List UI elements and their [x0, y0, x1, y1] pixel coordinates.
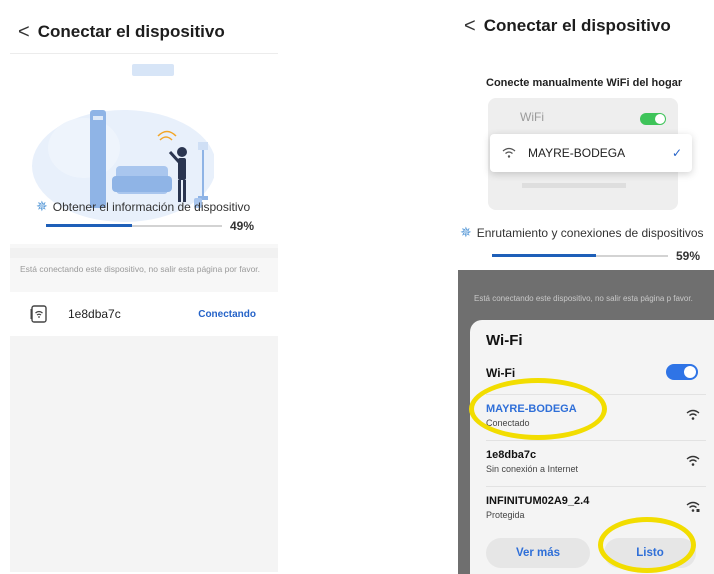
back-button[interactable]: < [464, 16, 476, 36]
wifi-toggle-label: Wi-Fi [486, 366, 516, 380]
illustration-area [10, 54, 278, 244]
device-status: Conectando [198, 308, 256, 320]
step-label: Obtener el información de dispositivo [52, 199, 251, 214]
placeholder-line [522, 183, 626, 188]
page-title: Conectar el dispositivo [483, 16, 671, 35]
network-item[interactable]: INFINITUM02A9_2.4 Protegida [486, 486, 706, 528]
right-phone-screen: < Conectar el dispositivo Conecte manual… [458, 2, 714, 574]
manual-wifi-heading: Conecte manualmente WiFi del hogar [486, 77, 683, 89]
sheet-title: Wi-Fi [486, 332, 523, 349]
progress-bar: 59% [492, 248, 714, 264]
network-name: INFINITUM02A9_2.4 [486, 495, 590, 507]
progress-track [492, 254, 668, 257]
progress-fill [492, 254, 596, 257]
page-title: Conectar el dispositivo [37, 21, 225, 41]
network-item[interactable]: MAYRE-BODEGA Conectado [486, 394, 706, 436]
wifi-lock-signal-icon [686, 501, 700, 512]
selected-network-card: MAYRE-BODEGA ✓ [490, 134, 692, 172]
step-status: ✵ Obtener el información de dispositivo [36, 198, 250, 215]
connection-notice: Está conectando este dispositivo, no sal… [474, 294, 693, 303]
progress-percent: 49% [230, 219, 255, 233]
wifi-icon [502, 147, 516, 158]
see-more-button[interactable]: Ver más [486, 538, 590, 568]
network-item[interactable]: 1e8dba7c Sin conexión a Internet [486, 440, 706, 482]
right-top-bar: < Conectar el dispositivo [458, 2, 714, 50]
network-name: MAYRE-BODEGA [486, 403, 577, 415]
wifi-signal-icon [686, 455, 700, 466]
wifi-toggle-illustration [640, 113, 666, 125]
device-row[interactable]: 1e8dba7c Conectando [10, 292, 278, 336]
selected-network-name: MAYRE-BODEGA [528, 146, 626, 160]
loading-spinner-icon: ✵ [460, 224, 472, 240]
wifi-label: WiFi [520, 110, 544, 124]
left-phone-screen: < Conectar el dispositivo ✵ Obtener el i… [10, 10, 278, 572]
network-name: 1e8dba7c [486, 449, 537, 461]
network-status: Protegida [486, 510, 525, 520]
wifi-bottom-sheet: Wi-Fi Wi-Fi MAYRE-BODEGA Conectado 1e8db… [470, 320, 714, 574]
router-icon [30, 305, 47, 323]
wifi-signal-icon [686, 409, 700, 420]
done-button[interactable]: Listo [604, 538, 696, 568]
network-status: Sin conexión a Internet [486, 464, 579, 474]
progress-percent: 59% [676, 249, 701, 263]
loading-spinner-icon: ✵ [36, 198, 48, 214]
checkmark-icon: ✓ [671, 146, 682, 160]
empty-area [10, 336, 278, 572]
progress-bar: 49% [46, 218, 268, 234]
device-name: 1e8dba7c [68, 307, 121, 321]
progress-track [46, 224, 222, 227]
progress-fill [46, 224, 133, 227]
network-status: Conectado [486, 418, 530, 428]
section-divider [10, 248, 278, 258]
step-label: Enrutamiento y conexiones de dispositivo… [476, 225, 704, 240]
back-button[interactable]: < [18, 22, 30, 42]
step-status: ✵ Enrutamiento y conexiones de dispositi… [460, 224, 704, 241]
wifi-toggle[interactable] [666, 364, 698, 380]
left-top-bar: < Conectar el dispositivo [10, 10, 278, 54]
connection-notice: Está conectando este dispositivo, no sal… [20, 264, 261, 274]
